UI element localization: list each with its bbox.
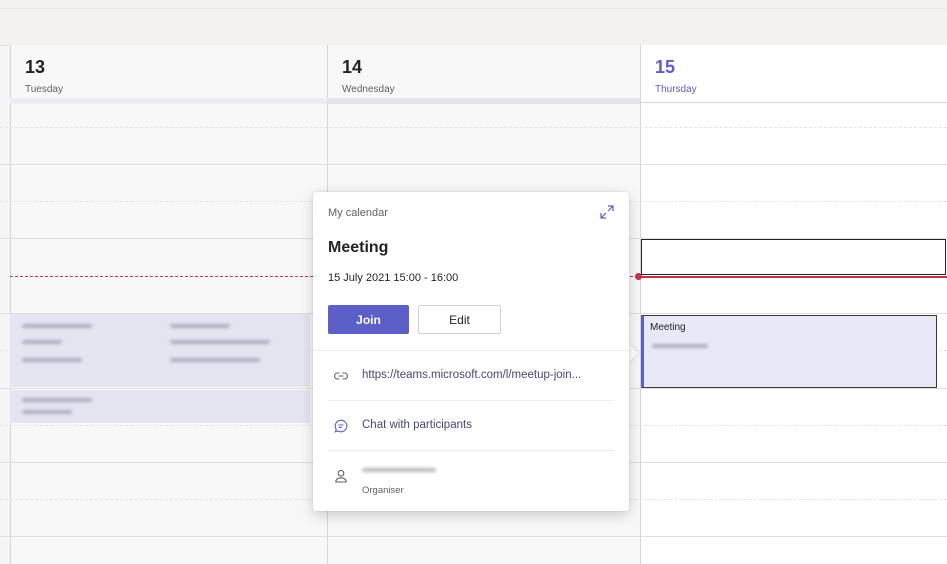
divider (328, 450, 614, 451)
blurred-text (22, 410, 72, 414)
day-header-15[interactable]: 15 Thursday (641, 45, 947, 103)
edit-button[interactable]: Edit (418, 305, 501, 334)
calendar-toolbar (0, 0, 947, 46)
day-number: 15 (655, 57, 676, 77)
event-title: Meeting (650, 322, 686, 333)
grid-line (0, 164, 947, 165)
grid-line (0, 536, 947, 537)
chat-icon (334, 419, 348, 433)
calendar-name: My calendar (328, 207, 388, 219)
day-header-14[interactable]: 14 Wednesday (328, 45, 641, 103)
blurred-text (22, 324, 92, 328)
divider (313, 350, 629, 351)
blurred-event[interactable] (10, 98, 326, 104)
blurred-event[interactable] (327, 98, 640, 104)
day-header-13[interactable]: 13 Tuesday (11, 45, 327, 103)
organiser-label: Organiser (362, 485, 404, 496)
expand-icon[interactable] (599, 204, 615, 220)
meeting-details-popup: My calendar Meeting 15 July 2021 15:00 -… (313, 192, 629, 511)
blurred-text (22, 398, 92, 402)
meeting-datetime: 15 July 2021 15:00 - 16:00 (328, 272, 459, 284)
link-icon (334, 372, 348, 380)
divider (328, 400, 614, 401)
organiser-name (362, 468, 436, 472)
selected-time-slot[interactable] (641, 239, 946, 275)
chat-with-participants[interactable]: Chat with participants (362, 419, 472, 431)
day-name: Tuesday (25, 84, 63, 95)
grid-line (0, 127, 947, 128)
person-icon (335, 469, 347, 483)
day-column-13[interactable]: 13 Tuesday (10, 45, 327, 564)
day-column-15[interactable]: 15 Thursday (640, 45, 947, 564)
blurred-text (652, 344, 708, 348)
meeting-title: Meeting (328, 239, 389, 256)
blurred-text (170, 358, 260, 362)
chat-row[interactable]: Chat with participants (333, 416, 619, 436)
blurred-event[interactable] (10, 314, 310, 387)
meeting-link-row[interactable]: https://teams.microsoft.com/l/meetup-joi… (333, 366, 619, 386)
join-button[interactable]: Join (328, 305, 409, 334)
day-name: Thursday (655, 84, 697, 95)
meeting-event[interactable]: Meeting (641, 315, 937, 388)
blurred-event[interactable] (10, 390, 310, 423)
blurred-text (170, 340, 270, 344)
blurred-text (170, 324, 230, 328)
blurred-text (22, 358, 82, 362)
day-number: 14 (342, 57, 363, 77)
blurred-text (22, 340, 62, 344)
day-number: 13 (25, 57, 46, 77)
current-time-line (640, 276, 947, 278)
day-name: Wednesday (342, 84, 395, 95)
meeting-link[interactable]: https://teams.microsoft.com/l/meetup-joi… (362, 369, 581, 381)
